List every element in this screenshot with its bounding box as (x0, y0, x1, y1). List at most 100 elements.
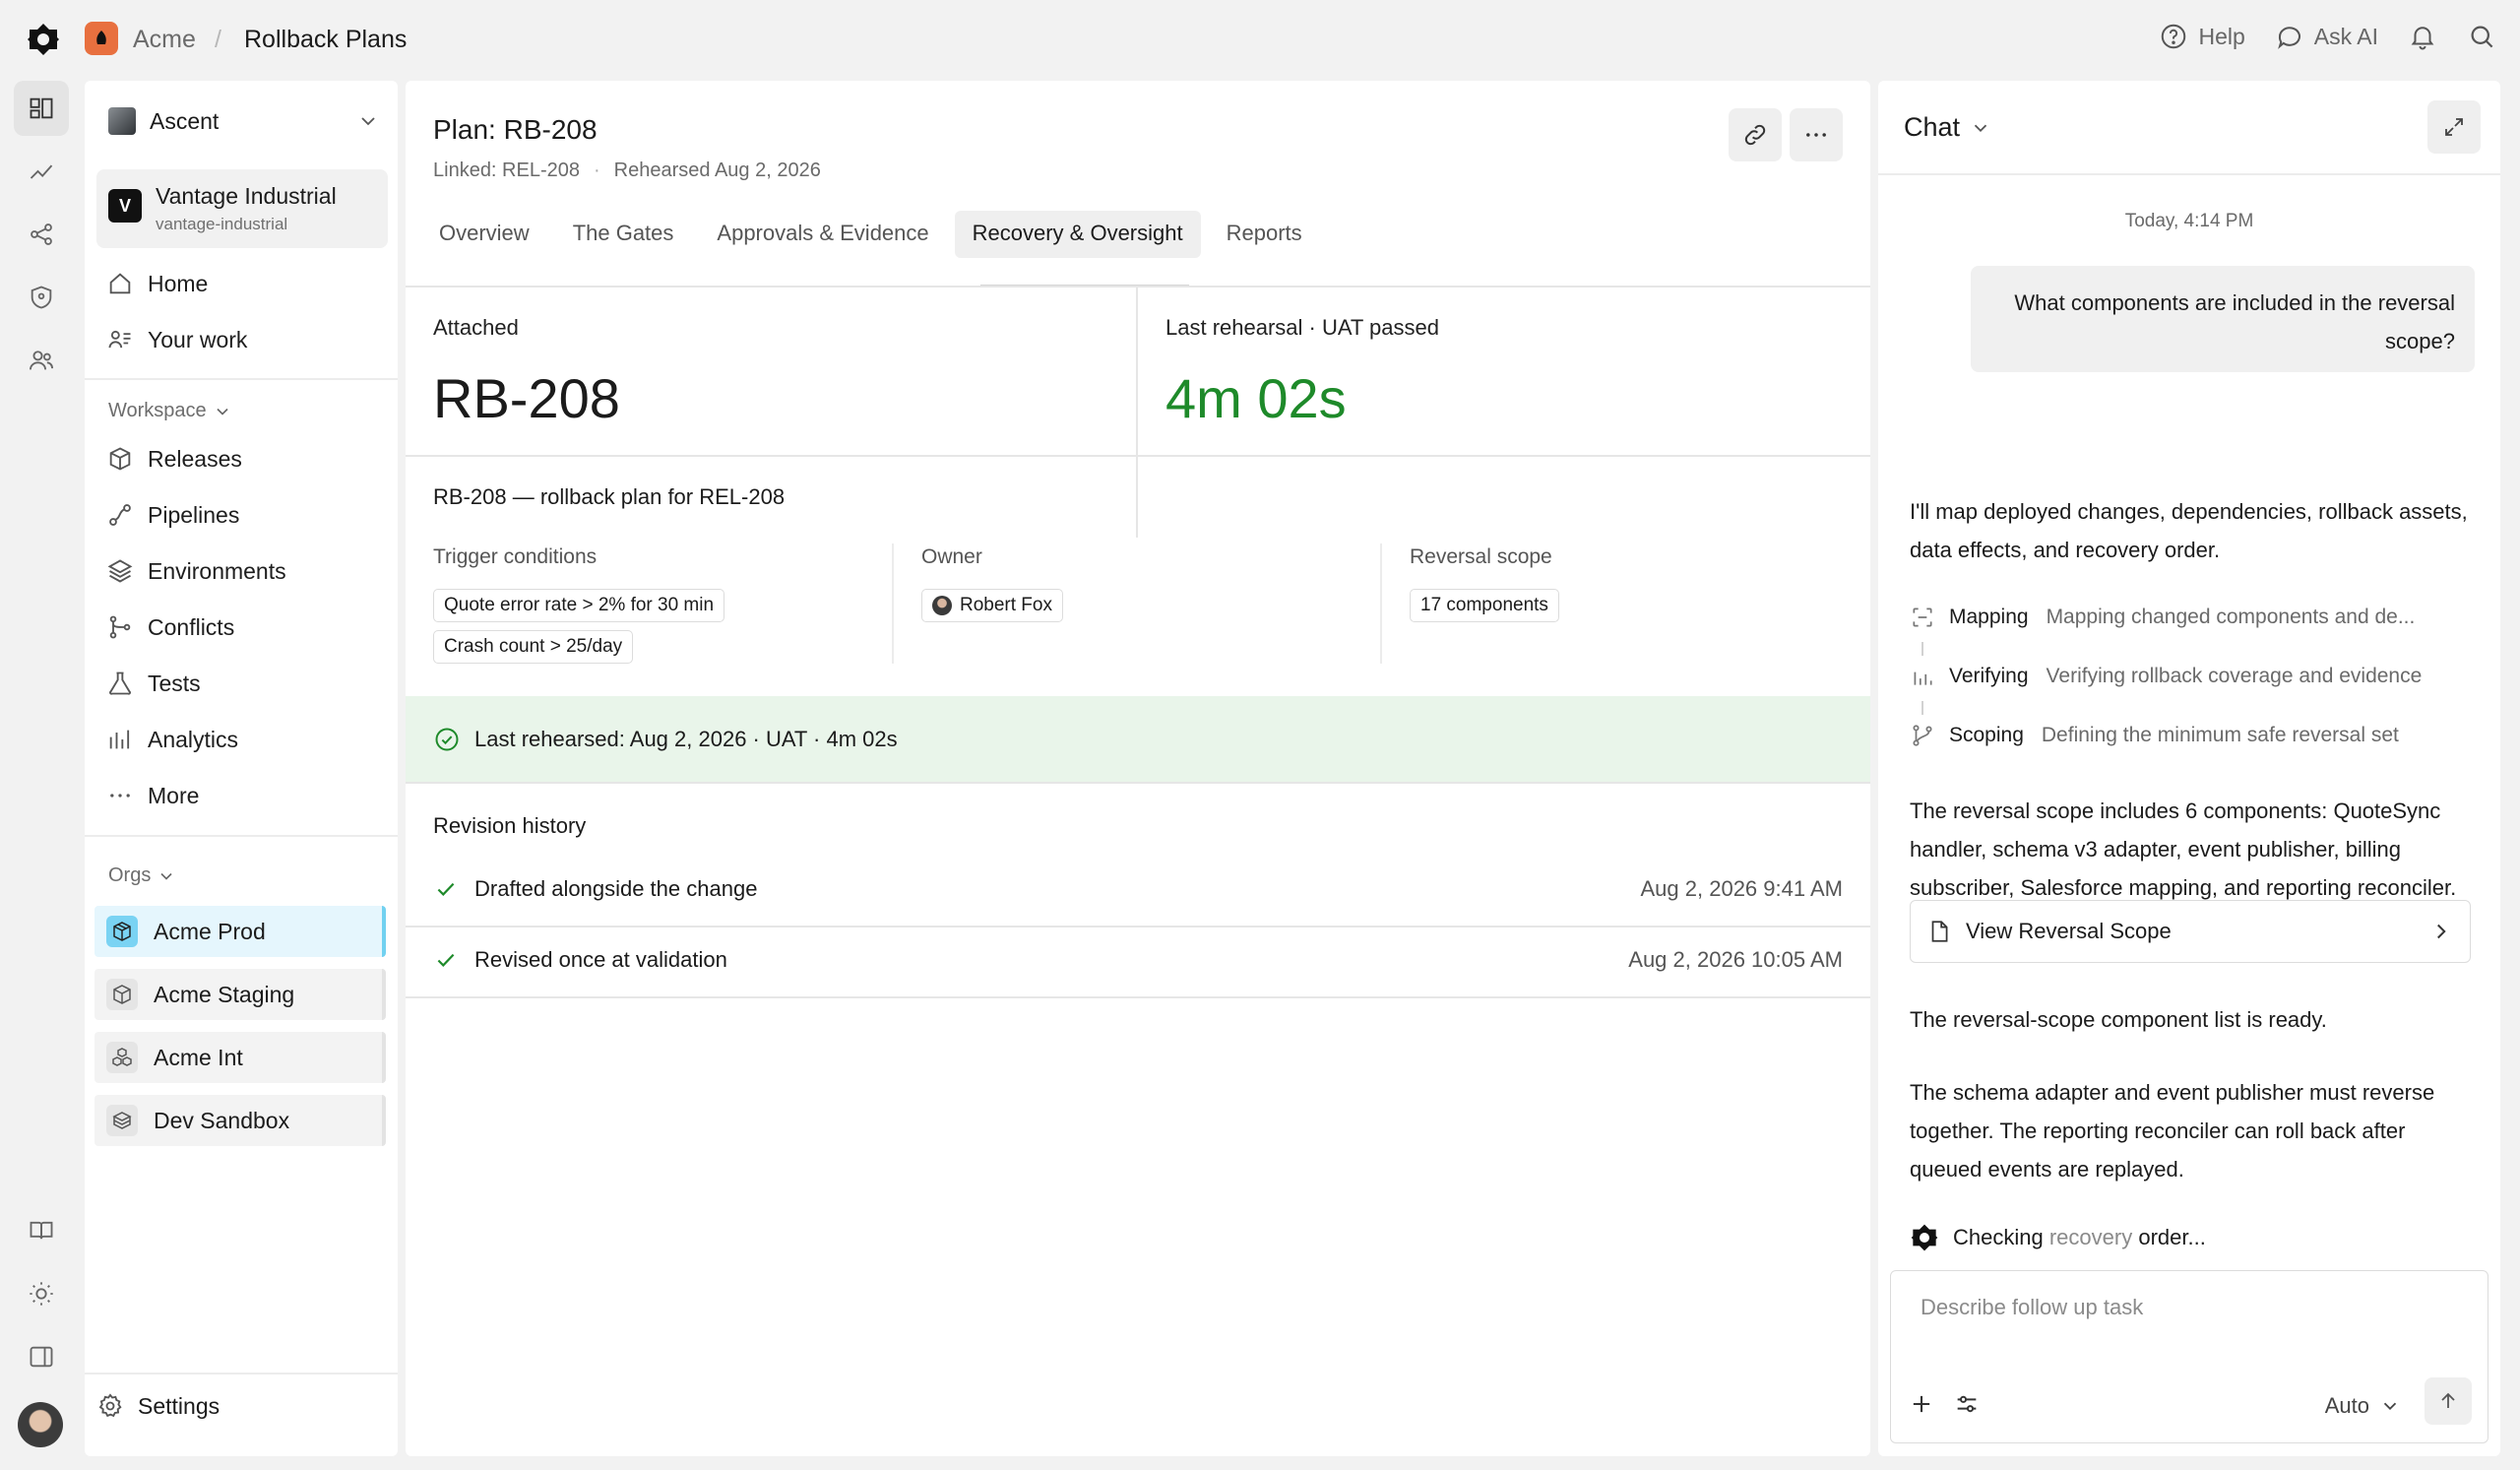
nav-releases[interactable]: Releases (106, 439, 242, 479)
chat-bubble-icon (2277, 27, 2300, 49)
nav-more[interactable]: More (106, 776, 199, 815)
tenant-slug: vantage-industrial (156, 215, 288, 233)
trigger-chip: Crash count > 25/day (433, 630, 634, 664)
breadcrumb-page[interactable]: Rollback Plans (244, 26, 407, 54)
org-item-dev-sandbox[interactable]: Dev Sandbox (94, 1095, 386, 1146)
view-reversal-scope-card[interactable]: View Reversal Scope (1910, 900, 2471, 963)
breadcrumb-separator: / (215, 26, 221, 53)
banner-bottom-divider (406, 782, 1870, 784)
more-actions-button[interactable] (1790, 108, 1843, 161)
rail-share-button[interactable] (14, 207, 69, 262)
org-cubes-icon (106, 1042, 138, 1073)
expand-chat-button[interactable] (2427, 100, 2481, 154)
user-message: What components are included in the reve… (1971, 266, 2475, 372)
rail-panel-toggle-button[interactable] (14, 1329, 69, 1384)
org-item-acme-prod[interactable]: Acme Prod (94, 906, 386, 957)
tab-approvals-evidence[interactable]: Approvals & Evidence (699, 211, 946, 258)
workspace-selector[interactable]: Ascent (108, 98, 380, 144)
chat-title-selector[interactable]: Chat (1904, 112, 1991, 143)
add-attachment-button[interactable] (1905, 1387, 1938, 1421)
more-icon (110, 794, 130, 798)
tab-reports[interactable]: Reports (1209, 211, 1320, 258)
nav-home[interactable]: Home (106, 264, 208, 303)
tab-the-gates[interactable]: The Gates (555, 211, 692, 258)
checking-status: Checking recovery order... (1910, 1223, 2206, 1252)
reversal-scope-chip[interactable]: 17 components (1410, 589, 1559, 622)
help-label: Help (2198, 23, 2245, 49)
composer-input[interactable]: Describe follow up task (1921, 1295, 2143, 1320)
org-item-label: Acme Int (154, 1044, 243, 1070)
chat-panel: Chat Today, 4:14 PM What components are … (1878, 81, 2500, 1456)
ask-ai-button[interactable]: Ask AI (2275, 22, 2378, 51)
step-verifying: Verifying Verifying rollback coverage an… (1910, 664, 2422, 689)
org-item-acme-int[interactable]: Acme Int (94, 1032, 386, 1083)
nav-conflicts-label: Conflicts (148, 613, 235, 640)
notifications-button[interactable] (2408, 22, 2437, 51)
nav-conflicts[interactable]: Conflicts (106, 607, 234, 647)
nav-your-work[interactable]: Your work (106, 320, 247, 359)
assistant-ready: The reversal-scope component list is rea… (1910, 1007, 2327, 1032)
table-row: Drafted alongside the change Aug 2, 2026… (433, 876, 1843, 902)
flask-icon (109, 671, 131, 695)
step-connector (1922, 642, 1923, 656)
workspace-name: Ascent (150, 107, 220, 134)
org-avatar[interactable] (85, 22, 118, 55)
owner-avatar (932, 596, 952, 615)
assistant-summary: The reversal scope includes 6 components… (1910, 799, 2457, 900)
tab-overview[interactable]: Overview (421, 211, 547, 258)
nav-analytics[interactable]: Analytics (106, 720, 238, 759)
linked-release[interactable]: Linked: REL-208 (433, 160, 580, 182)
orgs-section-toggle[interactable]: Orgs (108, 864, 176, 887)
revision-time: Aug 2, 2026 10:05 AM (1628, 947, 1843, 972)
app-logo-icon (1911, 1224, 1938, 1251)
tenant-name: Vantage Industrial (156, 183, 337, 209)
trigger-chip: Quote error rate > 2% for 30 min (433, 589, 725, 622)
tenant-card[interactable]: V Vantage Industrial vantage-industrial (96, 169, 388, 248)
org-cube-icon (106, 979, 138, 1010)
mode-select[interactable]: Auto (2325, 1393, 2401, 1419)
org-item-acme-staging[interactable]: Acme Staging (94, 969, 386, 1020)
search-button[interactable] (2467, 22, 2496, 51)
rail-users-button[interactable] (14, 333, 69, 388)
scan-icon (1913, 607, 1932, 627)
nav-environments[interactable]: Environments (106, 551, 286, 591)
nav-pipelines-label: Pipelines (148, 501, 240, 528)
plan-meta: Linked: REL-208 · Rehearsed Aug 2, 2026 (433, 160, 821, 182)
nav-tests[interactable]: Tests (106, 664, 201, 703)
stats-divider (1136, 288, 1138, 538)
step-scoping: Scoping Defining the minimum safe revers… (1910, 723, 2399, 748)
rail-docs-button[interactable] (14, 1203, 69, 1258)
help-button[interactable]: Help (2159, 22, 2245, 51)
row-divider (406, 996, 1870, 998)
tab-recovery-oversight[interactable]: Recovery & Oversight (954, 211, 1201, 258)
chat-composer[interactable]: Describe follow up task Auto (1890, 1270, 2488, 1443)
step-connector (1922, 701, 1923, 715)
step-label: Mapping (1949, 606, 2029, 628)
rail-theme-button[interactable] (14, 1266, 69, 1321)
breadcrumb-org[interactable]: Acme (133, 26, 196, 54)
check-icon (437, 882, 455, 896)
rail-activity-button[interactable] (14, 144, 69, 199)
main-panel: Plan: RB-208 Linked: REL-208 · Rehearsed… (406, 81, 1870, 1456)
attached-label: Attached (433, 315, 519, 340)
workspace-section-toggle[interactable]: Workspace (108, 400, 232, 422)
rail-security-button[interactable] (14, 270, 69, 325)
shield-icon (31, 286, 52, 309)
owner-chip[interactable]: Robert Fox (921, 589, 1063, 622)
user-avatar[interactable] (18, 1402, 63, 1447)
file-icon (1931, 921, 1948, 942)
send-button[interactable] (2425, 1377, 2472, 1425)
plan-description: RB-208 — rollback plan for REL-208 (433, 484, 786, 509)
composer-options-button[interactable] (1950, 1387, 1984, 1421)
column-divider (892, 543, 894, 664)
settings-button[interactable]: Settings (96, 1392, 220, 1420)
orgs-section-label: Orgs (108, 864, 152, 886)
row-divider (406, 926, 1870, 927)
mode-label: Auto (2324, 1393, 2369, 1418)
copy-link-button[interactable] (1729, 108, 1782, 161)
app-logo-icon[interactable] (26, 22, 61, 57)
rail-dashboard-button[interactable] (14, 81, 69, 136)
nav-pipelines[interactable]: Pipelines (106, 495, 239, 535)
sidebar-divider (85, 1373, 398, 1374)
owner-label: Owner (921, 545, 982, 568)
